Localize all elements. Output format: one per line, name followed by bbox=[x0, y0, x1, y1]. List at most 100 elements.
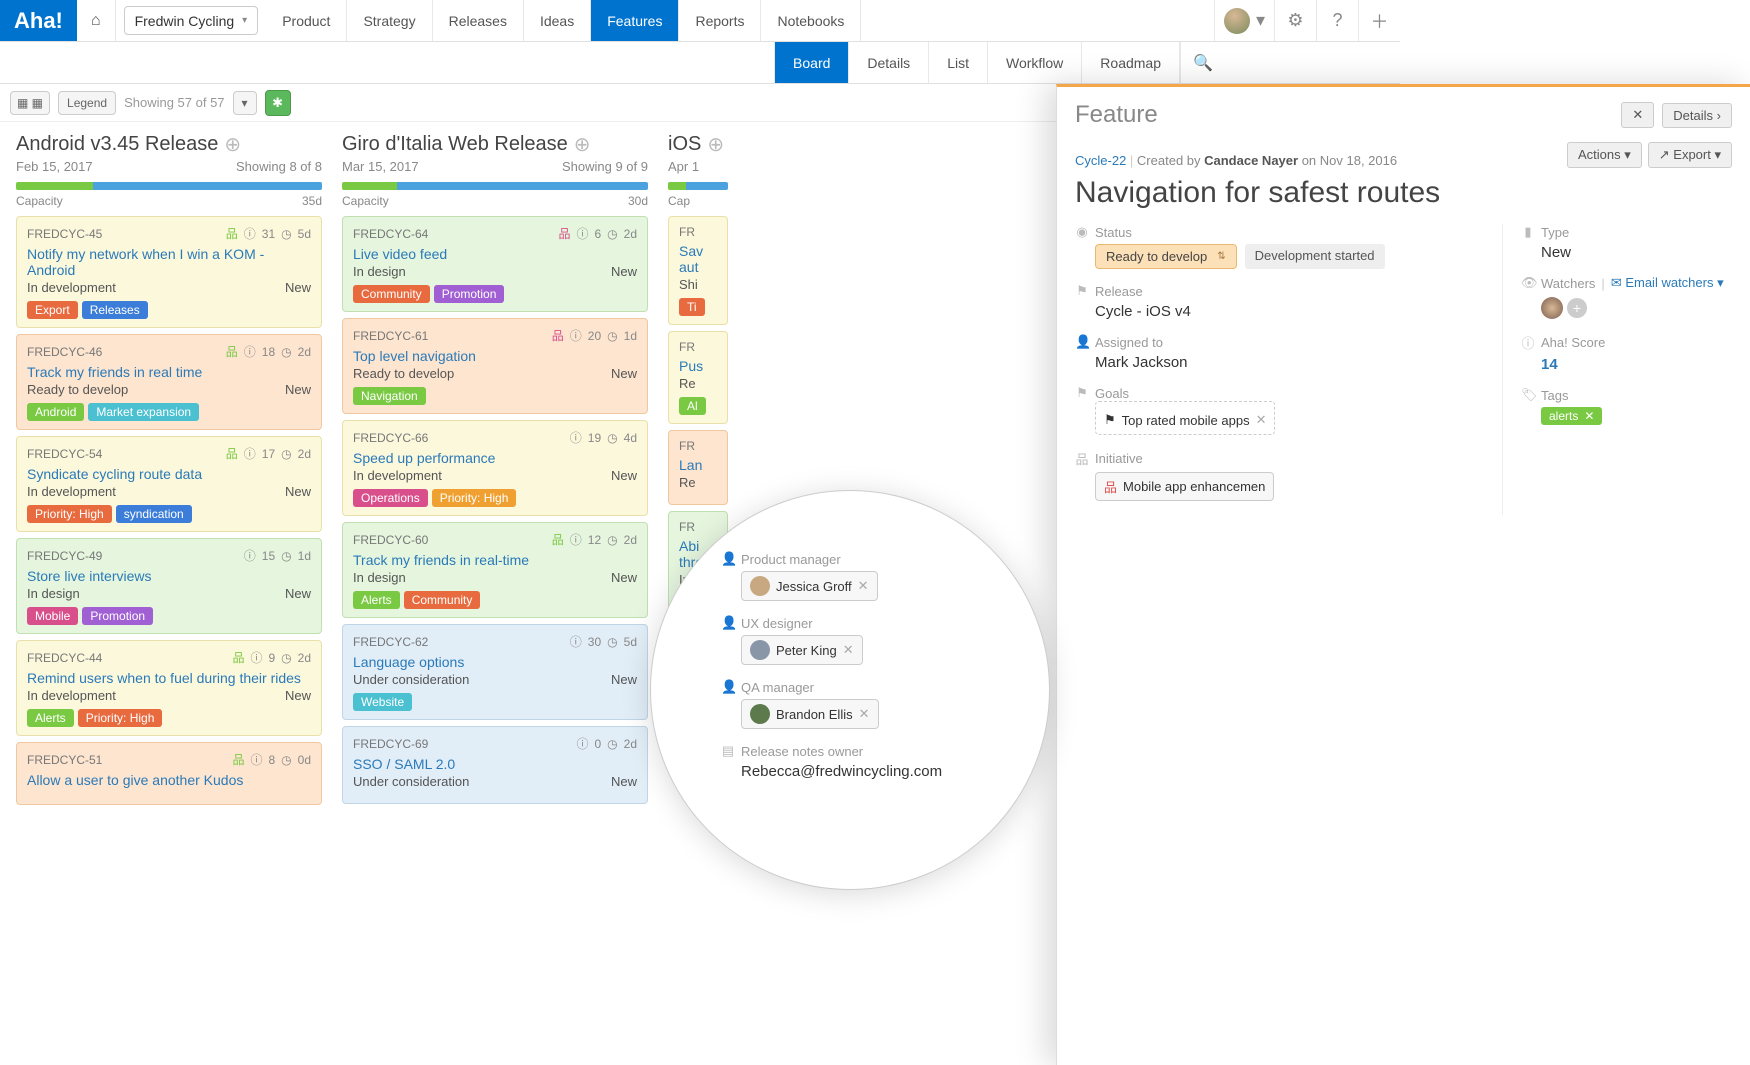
watcher-avatar[interactable] bbox=[1541, 297, 1563, 319]
tab-details[interactable]: Details bbox=[848, 42, 929, 83]
card-title[interactable]: SSO / SAML 2.0 bbox=[353, 756, 637, 772]
type-value[interactable]: New bbox=[1541, 244, 1732, 261]
search-input[interactable]: 🔍 bbox=[1180, 42, 1400, 83]
nav-reports[interactable]: Reports bbox=[679, 0, 761, 41]
qa-chip[interactable]: Brandon Ellis ✕ bbox=[741, 699, 879, 729]
card-title[interactable]: Live video feed bbox=[353, 246, 637, 262]
export-menu[interactable]: ↗ Export ▾ bbox=[1648, 142, 1732, 168]
assignee-value[interactable]: Mark Jackson bbox=[1095, 354, 1478, 371]
logo[interactable]: Aha! bbox=[0, 0, 77, 41]
nav-product[interactable]: Product bbox=[266, 0, 347, 41]
notes-owner[interactable]: Rebecca@fredwincycling.com bbox=[741, 763, 979, 780]
card-title[interactable]: Syndicate cycling route data bbox=[27, 466, 311, 482]
card-title[interactable]: Pus bbox=[679, 358, 717, 374]
tag-chip[interactable]: Priority: High bbox=[78, 709, 163, 727]
tag-chip[interactable]: Export bbox=[27, 301, 78, 319]
email-watchers-link[interactable]: ✉ Email watchers ▾ bbox=[1611, 275, 1724, 291]
feature-card[interactable]: FREDCYC-49 ⓘ15 ◷1d Store live interviews… bbox=[16, 538, 322, 634]
view-grid-icon[interactable]: ▦ ▦ bbox=[10, 91, 50, 115]
legend-button[interactable]: Legend bbox=[58, 91, 116, 115]
help-icon[interactable]: ? bbox=[1316, 0, 1358, 41]
card-title[interactable]: Remind users when to fuel during their r… bbox=[27, 670, 311, 686]
feature-ref[interactable]: Cycle-22 bbox=[1075, 153, 1126, 168]
add-feature-icon[interactable]: ⊕ bbox=[707, 132, 724, 157]
tag-chip[interactable]: Operations bbox=[353, 489, 428, 507]
feature-card[interactable]: FREDCYC-69 ⓘ0 ◷2d SSO / SAML 2.0 Under c… bbox=[342, 726, 648, 804]
card-title[interactable]: Store live interviews bbox=[27, 568, 311, 584]
tag-chip[interactable]: Market expansion bbox=[88, 403, 199, 421]
ux-chip[interactable]: Peter King ✕ bbox=[741, 635, 863, 665]
card-title[interactable]: Track my friends in real time bbox=[27, 364, 311, 380]
card-title[interactable]: Lan bbox=[679, 457, 717, 473]
feature-card[interactable]: FREDCYC-45 品 ⓘ31 ◷5d Notify my network w… bbox=[16, 216, 322, 328]
tag-chip[interactable]: Android bbox=[27, 403, 84, 421]
tag-chip[interactable]: Priority: High bbox=[432, 489, 517, 507]
nav-ideas[interactable]: Ideas bbox=[524, 0, 591, 41]
nav-notebooks[interactable]: Notebooks bbox=[761, 0, 861, 41]
remove-icon[interactable]: ✕ bbox=[859, 706, 870, 722]
pm-chip[interactable]: Jessica Groff ✕ bbox=[741, 571, 878, 601]
tag-chip[interactable]: Alerts bbox=[353, 591, 400, 609]
home-button[interactable]: ⌂ bbox=[77, 0, 116, 41]
user-menu[interactable]: ▾ bbox=[1214, 0, 1274, 41]
card-title[interactable]: Notify my network when I win a KOM - And… bbox=[27, 246, 311, 278]
close-icon[interactable]: ✕ bbox=[1621, 102, 1654, 128]
card-title[interactable]: Sav aut bbox=[679, 243, 717, 275]
tag-chip[interactable]: Community bbox=[404, 591, 481, 609]
feature-card[interactable]: FREDCYC-66 ⓘ19 ◷4d Speed up performance … bbox=[342, 420, 648, 516]
tag-chip[interactable]: Community bbox=[353, 285, 430, 303]
initiative-chip[interactable]: 品 Mobile app enhancemen bbox=[1095, 472, 1274, 501]
tag-chip[interactable]: syndication bbox=[116, 505, 192, 523]
feature-card[interactable]: FREDCYC-64 品 ⓘ6 ◷2d Live video feed In d… bbox=[342, 216, 648, 312]
tag-chip[interactable]: Al bbox=[679, 397, 706, 415]
actions-menu[interactable]: Actions ▾ bbox=[1567, 142, 1642, 168]
remove-icon[interactable]: ✕ bbox=[1584, 409, 1594, 423]
feature-card[interactable]: FREDCYC-60 品 ⓘ12 ◷2d Track my friends in… bbox=[342, 522, 648, 618]
status-select[interactable]: Ready to develop bbox=[1095, 244, 1237, 269]
feature-card[interactable]: FREDCYC-54 品 ⓘ17 ◷2d Syndicate cycling r… bbox=[16, 436, 322, 532]
tag-chip[interactable]: Ti bbox=[679, 298, 705, 316]
tag-chip[interactable]: Promotion bbox=[434, 285, 505, 303]
tag-chip[interactable]: Priority: High bbox=[27, 505, 112, 523]
feature-card[interactable]: FREDCYC-51 品 ⓘ8 ◷0d Allow a user to give… bbox=[16, 742, 322, 805]
product-selector[interactable]: Fredwin Cycling bbox=[124, 6, 259, 35]
add-icon[interactable]: ＋ bbox=[1358, 0, 1400, 41]
gear-icon[interactable]: ⚙ bbox=[1274, 0, 1316, 41]
nav-strategy[interactable]: Strategy bbox=[347, 0, 432, 41]
add-watcher-icon[interactable]: + bbox=[1567, 298, 1587, 318]
feature-card[interactable]: FR Lan Re bbox=[668, 430, 728, 505]
release-value[interactable]: Cycle - iOS v4 bbox=[1095, 303, 1478, 320]
tab-roadmap[interactable]: Roadmap bbox=[1081, 42, 1180, 83]
tag-chip[interactable]: Promotion bbox=[82, 607, 153, 625]
tab-board[interactable]: Board bbox=[774, 42, 849, 83]
card-title[interactable]: Allow a user to give another Kudos bbox=[27, 772, 311, 788]
feature-card[interactable]: FREDCYC-46 品 ⓘ18 ◷2d Track my friends in… bbox=[16, 334, 322, 430]
add-feature-icon[interactable]: ⊕ bbox=[224, 132, 241, 157]
card-title[interactable]: Top level navigation bbox=[353, 348, 637, 364]
add-feature-icon[interactable]: ⊕ bbox=[574, 132, 591, 157]
remove-icon[interactable]: ✕ bbox=[858, 578, 869, 594]
tag-chip[interactable]: Releases bbox=[82, 301, 148, 319]
goal-chip[interactable]: ⚑ Top rated mobile apps ✕ bbox=[1104, 412, 1266, 428]
settings-gear-icon[interactable]: ✱ bbox=[265, 90, 291, 116]
tag-chip[interactable]: Alerts bbox=[27, 709, 74, 727]
remove-icon[interactable]: ✕ bbox=[1256, 412, 1267, 428]
tag-chip[interactable]: Mobile bbox=[27, 607, 78, 625]
nav-features[interactable]: Features bbox=[591, 0, 679, 41]
tab-workflow[interactable]: Workflow bbox=[987, 42, 1082, 83]
status-action-button[interactable]: Development started bbox=[1245, 244, 1385, 269]
remove-icon[interactable]: ✕ bbox=[843, 642, 854, 658]
card-title[interactable]: Speed up performance bbox=[353, 450, 637, 466]
feature-card[interactable]: FREDCYC-44 品 ⓘ9 ◷2d Remind users when to… bbox=[16, 640, 322, 736]
tag-chip[interactable]: Navigation bbox=[353, 387, 426, 405]
tag-chip[interactable]: Website bbox=[353, 693, 412, 711]
score-value[interactable]: 14 bbox=[1541, 356, 1732, 373]
nav-releases[interactable]: Releases bbox=[433, 0, 524, 41]
tag-chip[interactable]: alerts ✕ bbox=[1541, 407, 1602, 425]
card-title[interactable]: Language options bbox=[353, 654, 637, 670]
details-button[interactable]: Details › bbox=[1662, 103, 1732, 128]
feature-card[interactable]: FR Pus Re Al bbox=[668, 331, 728, 424]
filter-icon[interactable]: ▾ bbox=[233, 91, 257, 115]
feature-card[interactable]: FREDCYC-62 ⓘ30 ◷5d Language options Unde… bbox=[342, 624, 648, 720]
feature-card[interactable]: FR Sav aut Shi Ti bbox=[668, 216, 728, 325]
